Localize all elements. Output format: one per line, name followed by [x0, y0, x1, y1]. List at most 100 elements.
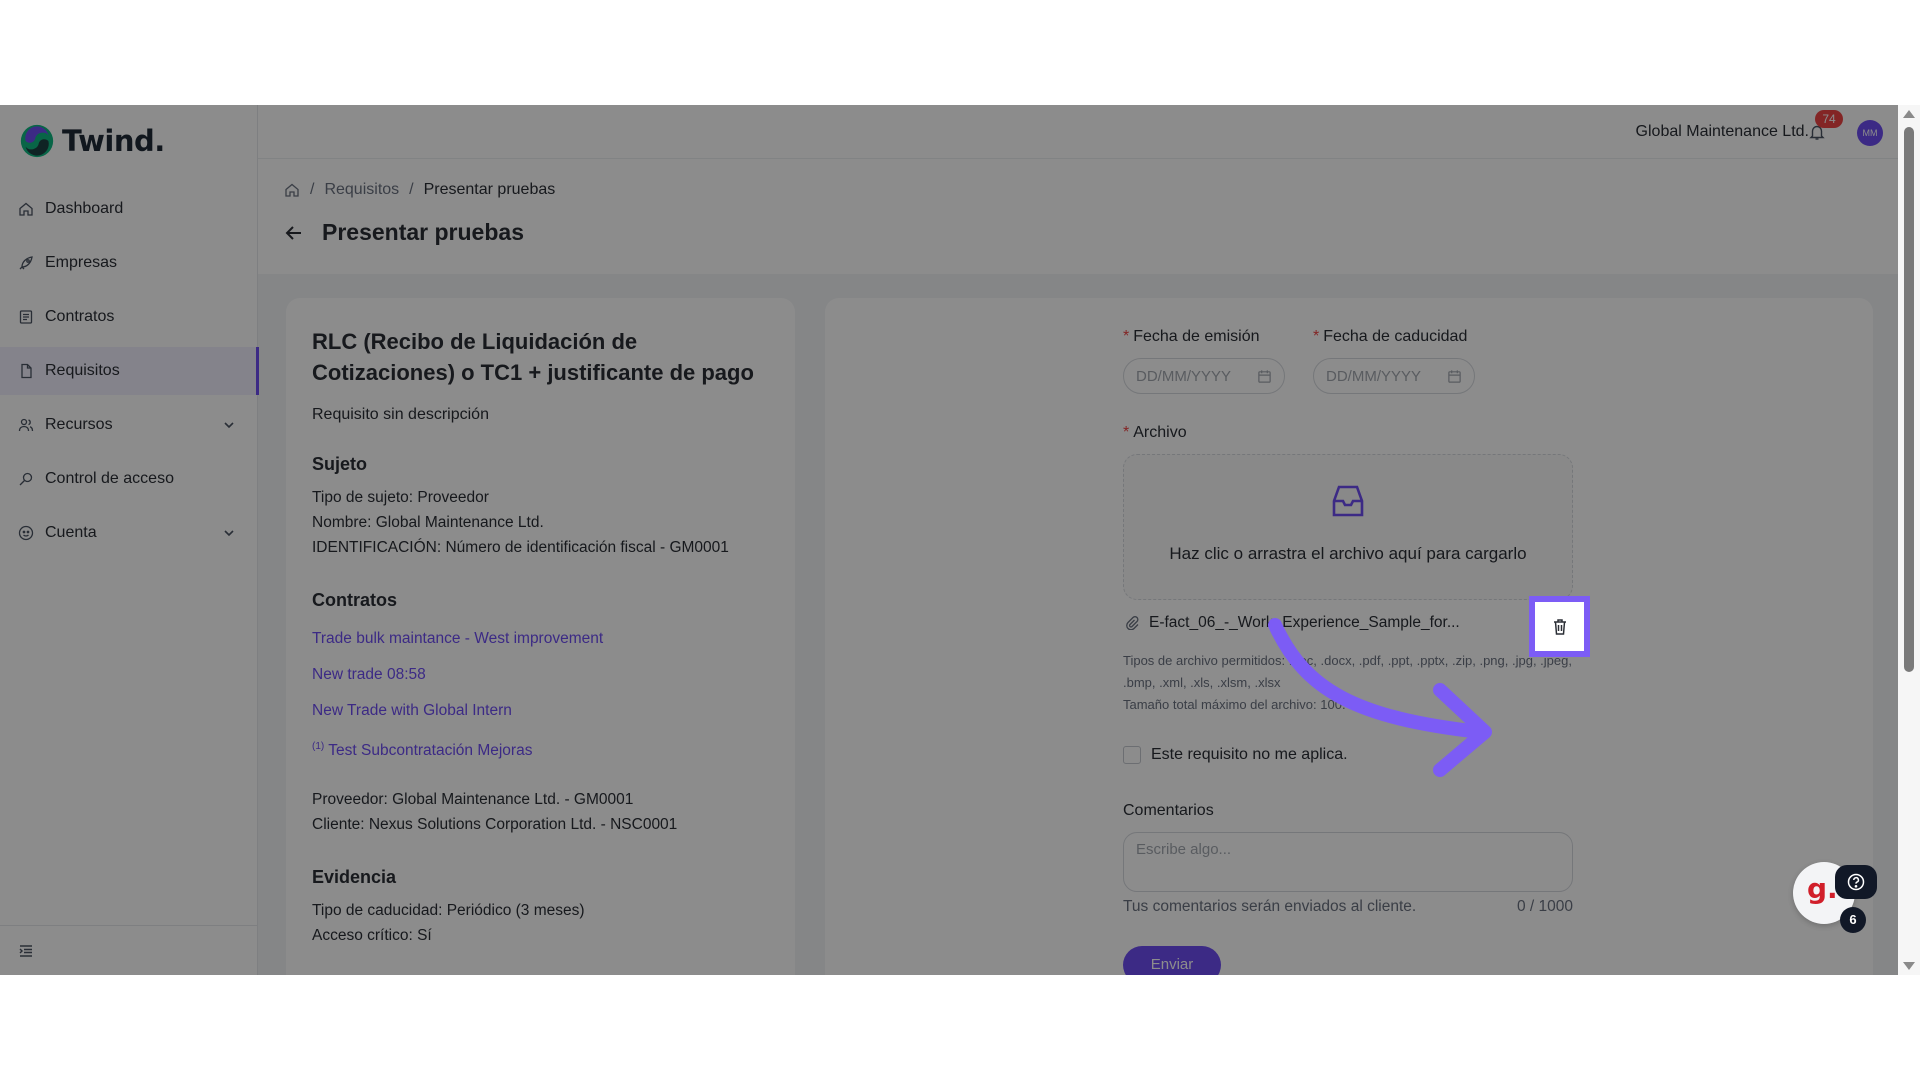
breadcrumb-separator: /: [310, 181, 315, 198]
comments-placeholder: Escribe algo...: [1136, 841, 1232, 858]
calendar-icon: [1448, 369, 1461, 383]
page-scrollbar[interactable]: [1898, 105, 1920, 975]
chevron-down-icon: [224, 530, 234, 537]
helper-logo-icon: g.: [1807, 872, 1838, 905]
subcontract-level: (1): [312, 741, 325, 752]
date-fields: * Fecha de emisión DD/MM/YYYY * Fecha de c…: [1123, 328, 1574, 394]
menu-collapse-icon: [19, 944, 32, 957]
not-applicable-label: Este requisito no me aplica.: [1151, 746, 1348, 763]
breadcrumb-separator: /: [409, 181, 414, 198]
expiry-date-placeholder: DD/MM/YYYY: [1326, 367, 1422, 385]
sidebar-item-empresas[interactable]: Empresas: [0, 239, 258, 287]
sidebar-item-cuenta[interactable]: Cuenta: [0, 509, 258, 557]
scroll-down-icon[interactable]: [1903, 962, 1915, 970]
top-bar: Global Maintenance Ltd. 74 MM: [258, 105, 1898, 159]
contract-icon: [19, 310, 33, 324]
submit-button[interactable]: Enviar: [1123, 946, 1221, 975]
contract-link[interactable]: Trade bulk maintance - West improvement: [312, 629, 769, 649]
sidebar-item-contratos[interactable]: Contratos: [0, 293, 258, 341]
sidebar-item-control-acceso[interactable]: Control de acceso: [0, 455, 258, 503]
subject-type: Tipo de sujeto: Proveedor: [312, 489, 489, 506]
notification-badge: 74: [1815, 110, 1843, 128]
issue-date-group: * Fecha de emisión DD/MM/YYYY: [1123, 328, 1285, 394]
subject-heading: Sujeto: [312, 454, 368, 474]
twind-logo-icon: [20, 124, 54, 158]
contract-provider: Proveedor: Global Maintenance Ltd. - GM0…: [312, 791, 634, 809]
requirement-details-card: RLC (Recibo de Liquidación de Cotizacion…: [286, 298, 795, 975]
evidence-form-card: * Fecha de emisión DD/MM/YYYY * Fecha de c…: [825, 298, 1873, 975]
issue-date-label-text: Fecha de emisión: [1133, 328, 1260, 345]
evidence-expiry-type: Tipo de caducidad: Periódico (3 meses): [312, 902, 585, 920]
sidebar-item-label: Requisitos: [45, 362, 120, 379]
help-button[interactable]: [1835, 865, 1877, 899]
logo[interactable]: Twind.: [18, 121, 165, 161]
contract-client: Cliente: Nexus Solutions Corporation Ltd…: [312, 816, 678, 834]
paperclip-icon: [1126, 616, 1139, 630]
comments-textarea[interactable]: Escribe algo...: [1123, 832, 1573, 892]
inbox-icon: [1332, 485, 1364, 517]
title-row: Presentar pruebas: [284, 219, 524, 246]
file-label-text: Archivo: [1133, 424, 1187, 441]
evidence-form: * Fecha de emisión DD/MM/YYYY * Fecha de c…: [1123, 328, 1574, 975]
company-name[interactable]: Global Maintenance Ltd.: [1636, 123, 1809, 141]
breadcrumb-requisitos[interactable]: Requisitos: [324, 181, 399, 199]
breadcrumb: / Requisitos / Presentar pruebas: [284, 181, 555, 199]
trash-icon: [1553, 618, 1566, 635]
users-icon: [18, 418, 34, 432]
page-title: Presentar pruebas: [322, 219, 524, 245]
uploaded-file-row: E-fact_06_-_Work_Experience_Sample_for..…: [1123, 610, 1574, 636]
app-name: Twind.: [62, 124, 165, 158]
sidebar-collapse-button[interactable]: [0, 925, 258, 975]
sidebar-item-label: Cuenta: [45, 524, 97, 541]
rocket-icon: [19, 256, 33, 270]
page-header: / Requisitos / Presentar pruebas Present…: [258, 159, 1898, 274]
sidebar-item-requisitos[interactable]: Requisitos: [0, 347, 259, 395]
issue-date-input[interactable]: DD/MM/YYYY: [1123, 358, 1285, 394]
app-frame: Twind. Dashboard Empresas Contratos Requ…: [0, 105, 1920, 975]
scroll-thumb[interactable]: [1904, 127, 1914, 672]
scroll-up-icon[interactable]: [1903, 110, 1915, 118]
contract-link-label: Test Subcontratación Mejoras: [328, 742, 533, 760]
sidebar-item-recursos[interactable]: Recursos: [0, 401, 258, 449]
document-icon: [21, 363, 32, 379]
chevron-down-icon: [224, 422, 234, 429]
comments-hint: Tus comentarios serán enviados al client…: [1123, 898, 1417, 915]
home-icon[interactable]: [284, 182, 300, 198]
requirement-title: RLC (Recibo de Liquidación de Cotizacion…: [312, 329, 754, 385]
comments-label: Comentarios: [1123, 802, 1214, 819]
question-icon: [1847, 873, 1865, 891]
issue-date-placeholder: DD/MM/YYYY: [1136, 367, 1232, 385]
evidence-critical: Acceso crítico: Sí: [312, 927, 432, 945]
contract-link[interactable]: New Trade with Global Intern: [312, 701, 769, 721]
sidebar-item-label: Empresas: [45, 254, 118, 271]
requirement-description: Requisito sin descripción: [312, 406, 489, 423]
expiry-date-label: * Fecha de caducidad: [1313, 328, 1468, 345]
contracts-heading: Contratos: [312, 590, 397, 610]
max-file-size: Tamaño total máximo del archivo: 100.: [1123, 697, 1346, 712]
sidebar-nav: Dashboard Empresas Contratos Requisitos …: [0, 185, 259, 563]
not-applicable-checkbox[interactable]: [1123, 746, 1141, 764]
evidence-heading: Evidencia: [312, 867, 397, 888]
sidebar-item-label: Contratos: [45, 308, 115, 325]
sidebar-item-label: Recursos: [45, 416, 113, 433]
delete-file-button[interactable]: [1529, 596, 1590, 657]
expiry-date-group: * Fecha de caducidad DD/MM/YYYY: [1313, 328, 1475, 394]
issue-date-label: * Fecha de emisión: [1123, 328, 1260, 345]
avatar[interactable]: MM: [1857, 120, 1883, 146]
breadcrumb-current: Presentar pruebas: [423, 181, 556, 198]
comments-counter: 0 / 1000: [1516, 898, 1573, 915]
calendar-icon: [1258, 369, 1271, 383]
allowed-file-types: Tipos de archivo permitidos: .doc, .docx…: [1123, 653, 1572, 690]
contract-link-subcontract[interactable]: (1) Test Subcontratación Mejoras: [312, 737, 769, 761]
expiry-date-input[interactable]: DD/MM/YYYY: [1313, 358, 1475, 394]
file-dropzone[interactable]: Haz clic o arrastra el archivo aquí para…: [1123, 454, 1573, 600]
back-arrow-icon[interactable]: [284, 223, 304, 243]
uploaded-file-name[interactable]: E-fact_06_-_Work_Experience_Sample_for..…: [1149, 614, 1534, 632]
subject-id: IDENTIFICACIÓN: Número de identificación…: [312, 539, 729, 556]
comments-footer: Tus comentarios serán enviados al client…: [1123, 898, 1573, 916]
contract-link[interactable]: New trade 08:58: [312, 665, 769, 685]
home-icon: [19, 202, 33, 216]
sidebar-item-dashboard[interactable]: Dashboard: [0, 185, 258, 233]
not-applicable-row[interactable]: Este requisito no me aplica.: [1123, 746, 1574, 764]
expiry-date-label-text: Fecha de caducidad: [1323, 328, 1468, 345]
